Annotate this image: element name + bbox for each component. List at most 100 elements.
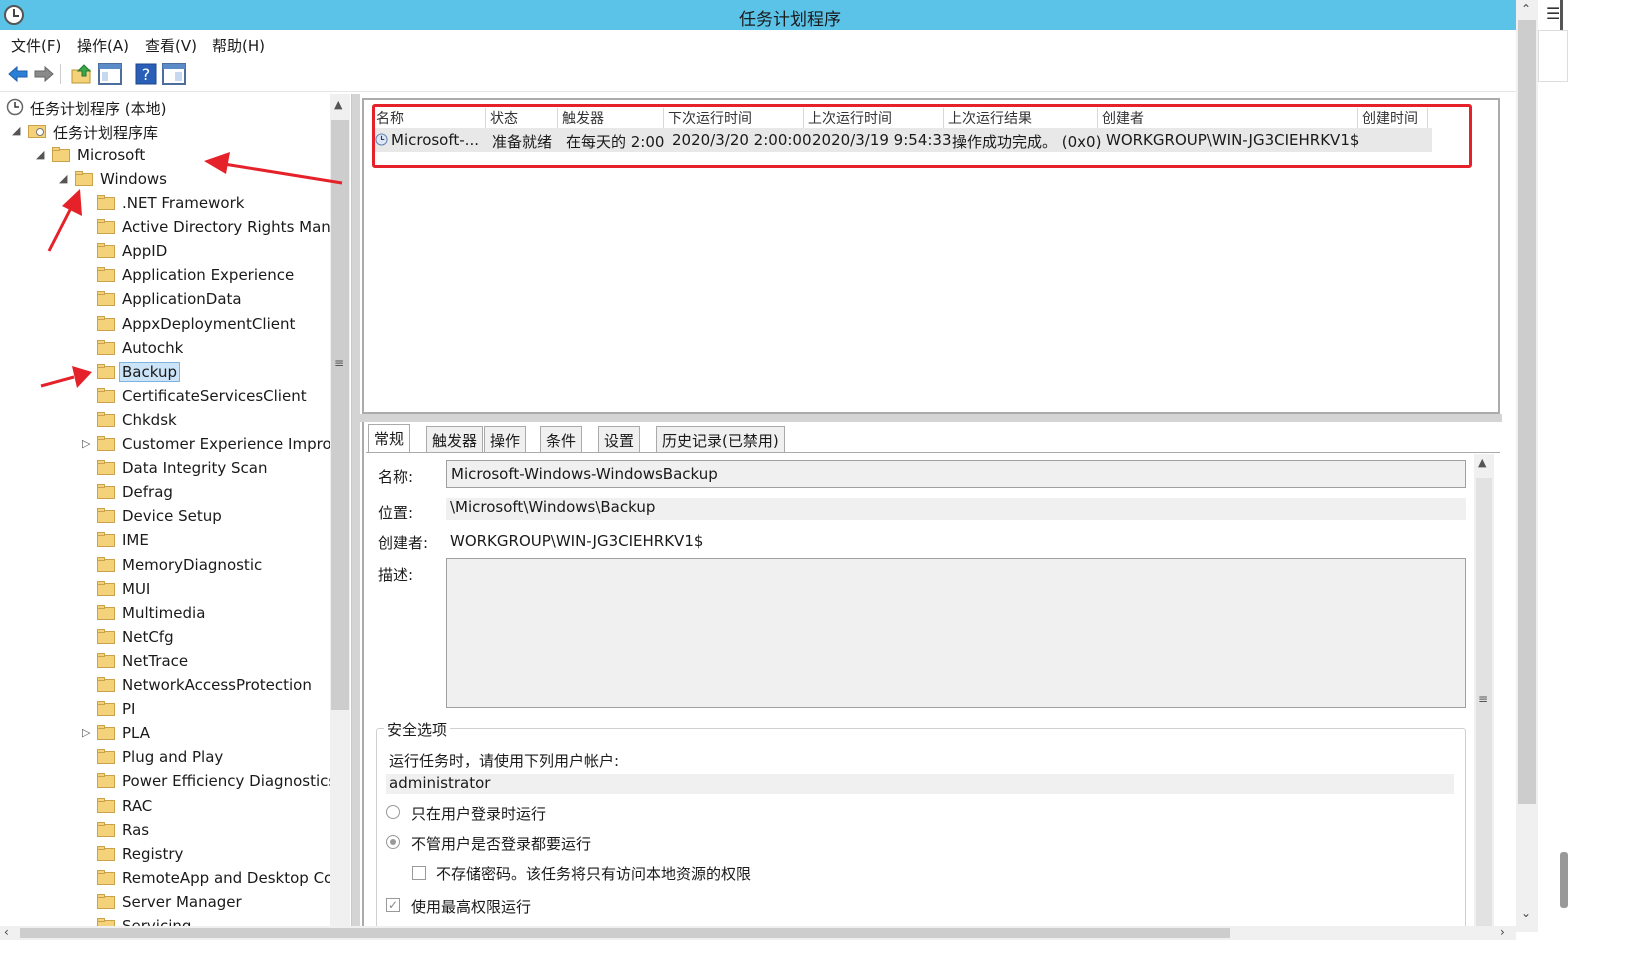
chevron-down-icon[interactable]: ⌄ (1521, 906, 1531, 920)
folder-icon (97, 701, 115, 717)
menu-action[interactable]: 操作(A) (77, 35, 129, 56)
details-splitter[interactable] (360, 414, 1502, 422)
forward-arrow-icon[interactable] (32, 62, 56, 86)
show-hide-console-tree-icon[interactable] (98, 62, 122, 86)
expanded-arrow-icon[interactable]: ◢ (12, 124, 22, 138)
tree-scroll-thumb[interactable] (331, 120, 349, 710)
tree-item-label: RAC (122, 796, 153, 815)
tab-history[interactable]: 历史记录(已禁用) (656, 426, 785, 452)
menu-help[interactable]: 帮助(H) (212, 35, 265, 56)
adjacent-panel (1538, 30, 1568, 82)
folder-icon (97, 749, 115, 765)
expanded-arrow-icon[interactable]: ◢ (36, 148, 46, 162)
tree-item-label: .NET Framework (122, 194, 245, 212)
tree-item-label: MemoryDiagnostic (122, 555, 263, 574)
tree-item-label: Defrag (122, 483, 173, 502)
menu-file[interactable]: 文件(F) (11, 35, 61, 56)
author-label: 创建者: (378, 534, 429, 552)
tree-item-label: Registry (122, 844, 184, 863)
scroll-up-arrow-icon[interactable]: ▲ (334, 98, 342, 111)
tree-item-label: Device Setup (122, 507, 222, 526)
menu-view[interactable]: 查看(V) (145, 35, 197, 56)
tab-conditions[interactable]: 条件 (540, 426, 583, 452)
tree-item-label: NetworkAccessProtection (122, 676, 312, 694)
folder-icon (97, 195, 115, 210)
folder-icon (97, 556, 115, 572)
folder-icon (97, 893, 115, 909)
horizontal-scrollbar[interactable]: ‹ › (0, 925, 1516, 940)
folder-icon (97, 532, 115, 548)
annotation-highlight-box (372, 104, 1472, 168)
tree-item-label: Customer Experience Improve (122, 435, 350, 453)
tab-triggers[interactable]: 触发器 (426, 426, 484, 452)
description-textarea[interactable] (446, 558, 1466, 708)
collapsed-arrow-icon[interactable]: ▷ (82, 437, 92, 451)
folder-icon (97, 677, 115, 692)
scroll-grip-icon: ≡ (334, 356, 345, 370)
task-scheduler-clock-icon (6, 98, 24, 116)
action-pane-icon[interactable] (162, 62, 186, 86)
menu-lines-icon: ☰ (1546, 4, 1561, 23)
tree-item-label: RemoteApp and Desktop Cor (122, 868, 340, 887)
run-whether-logged-on-label: 不管用户是否登录都要运行 (411, 835, 592, 853)
below-window-area (0, 940, 1626, 973)
tree-item-label: NetCfg (122, 627, 174, 646)
folder-icon (97, 267, 115, 283)
window-scroll-thumb[interactable] (1518, 20, 1536, 804)
window-edge (1560, 0, 1563, 30)
toolbar: ? (0, 58, 1580, 92)
tree-item-label: Autochk (122, 338, 184, 357)
folder-icon (97, 315, 115, 331)
adjacent-scroll-thumb[interactable] (1560, 852, 1568, 908)
chevron-up-icon[interactable]: ⌃ (1521, 2, 1531, 16)
radio-run-whether-logged-on[interactable] (386, 835, 400, 849)
tree-windows-label: Windows (100, 170, 167, 188)
highest-privileges-label: 使用最高权限运行 (411, 898, 532, 916)
tree-library-label: 任务计划程序库 (53, 124, 159, 142)
tab-settings[interactable]: 设置 (598, 426, 641, 452)
tree-root-label: 任务计划程序 (本地) (30, 100, 167, 118)
help-icon[interactable]: ? (134, 62, 158, 86)
tree-item-label: PI (122, 700, 136, 719)
window-scrollbar[interactable]: ⌃ ⌄ (1516, 0, 1538, 932)
pane-splitter[interactable] (352, 94, 360, 932)
chevron-right-icon[interactable]: › (1500, 925, 1505, 939)
folder-icon (97, 243, 115, 259)
back-arrow-icon[interactable] (6, 62, 30, 86)
collapsed-arrow-icon[interactable]: ▷ (82, 726, 92, 740)
tree-item-label: Server Manager (122, 892, 242, 911)
tab-general[interactable]: 常规 (368, 424, 411, 454)
folder-icon (75, 171, 93, 186)
do-not-store-password-checkbox[interactable] (412, 866, 426, 880)
folder-icon (97, 460, 115, 476)
folder-icon (97, 580, 115, 596)
tree-item-label: Multimedia (122, 603, 206, 622)
folder-icon (97, 219, 115, 235)
radio-run-when-logged-on[interactable] (386, 805, 400, 819)
highest-privileges-checkbox[interactable]: ✓ (386, 898, 400, 912)
folder-icon (52, 147, 70, 162)
folder-icon (97, 363, 115, 379)
window-title: 任务计划程序 (739, 10, 841, 30)
run-when-logged-on-label: 只在用户登录时运行 (411, 805, 547, 823)
folder-icon (97, 436, 115, 451)
tree-scrollbar[interactable]: ▲ ≡ (330, 94, 350, 932)
folder-icon (97, 797, 115, 813)
task-name-field[interactable]: Microsoft-Windows-WindowsBackup (446, 460, 1466, 488)
expanded-arrow-icon[interactable]: ◢ (59, 172, 69, 186)
folder-icon (97, 869, 115, 885)
tree-item-label: CertificateServicesClient (122, 386, 307, 405)
details-scrollbar[interactable]: ▲ ≡ (1474, 454, 1494, 932)
tree-item-label: Chkdsk (122, 410, 177, 429)
up-folder-icon[interactable] (70, 62, 94, 86)
scroll-up-arrow-icon[interactable]: ▲ (1478, 456, 1486, 469)
chevron-left-icon[interactable]: ‹ (4, 925, 9, 939)
tab-actions[interactable]: 操作 (484, 426, 527, 452)
horizontal-scroll-thumb[interactable] (20, 928, 1230, 938)
folder-icon (97, 508, 115, 524)
folder-icon (97, 387, 115, 403)
folder-icon (97, 339, 115, 355)
task-author-value: WORKGROUP\WIN-JG3CIEHRKV1$ (450, 532, 704, 550)
folder-icon (97, 773, 115, 789)
task-location-field: \Microsoft\Windows\Backup (446, 498, 1466, 520)
